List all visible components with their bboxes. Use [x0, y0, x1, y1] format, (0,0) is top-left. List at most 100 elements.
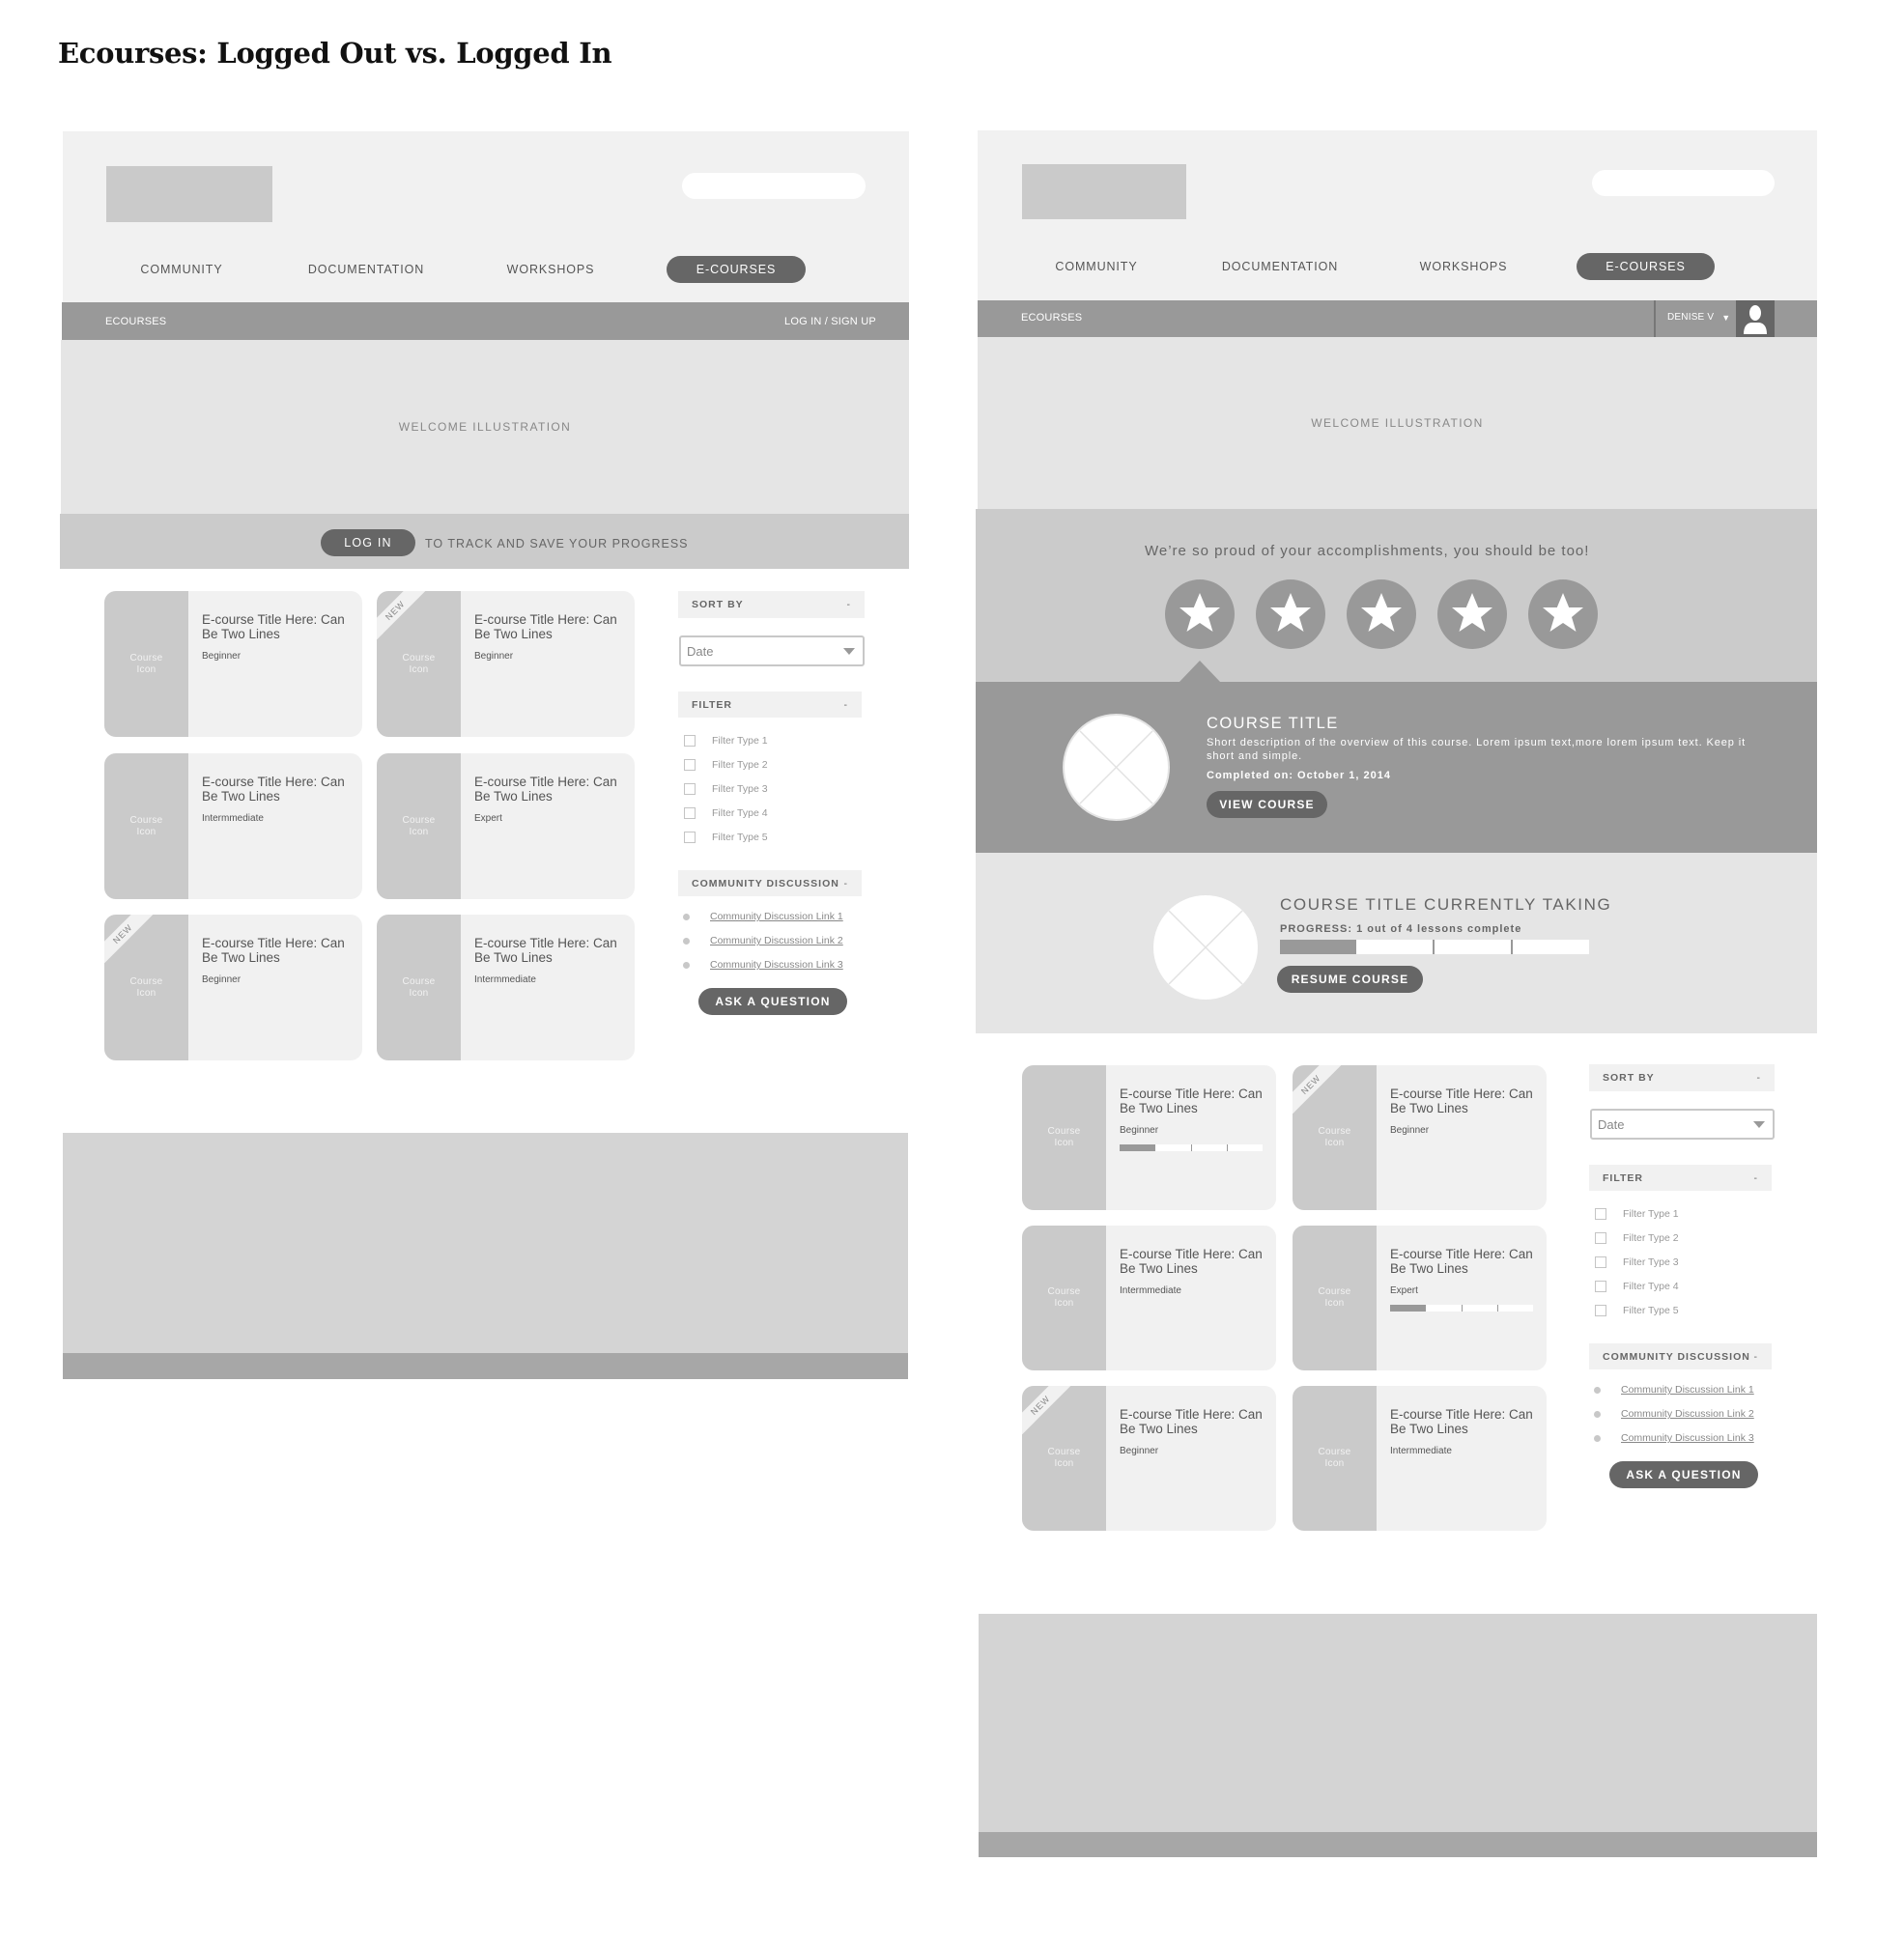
filter-option[interactable]: Filter Type 3	[1595, 1255, 1679, 1270]
star-badge[interactable]	[1437, 579, 1507, 649]
search-input[interactable]	[1592, 170, 1775, 196]
nav-workshops[interactable]: WORKSHOPS	[507, 263, 595, 276]
course-title[interactable]: E-course Title Here: Can Be Two Lines	[1120, 1407, 1265, 1436]
course-card[interactable]: Course Icon E-course Title Here: Can Be T…	[1293, 1226, 1547, 1370]
course-card[interactable]: Course Icon NEW E-course Title Here: Can B…	[104, 915, 362, 1060]
course-card[interactable]: Course Icon E-course Title Here: Can Be T…	[104, 753, 362, 899]
course-title[interactable]: E-course Title Here: Can Be Two Lines	[474, 936, 619, 965]
course-card[interactable]: Course Icon NEW E-course Title Here: Can B…	[1022, 1386, 1276, 1531]
course-title[interactable]: E-course Title Here: Can Be Two Lines	[202, 936, 347, 965]
checkbox[interactable]	[1595, 1305, 1606, 1316]
breadcrumb[interactable]: ECOURSES	[105, 316, 166, 327]
checkbox[interactable]	[1595, 1256, 1606, 1268]
community-discussion-header[interactable]: COMMUNITY DISCUSSION -	[1589, 1343, 1772, 1369]
collapse-icon[interactable]: -	[844, 878, 849, 889]
completed-course-description: Short description of the overview of thi…	[1207, 737, 1747, 762]
ask-question-button[interactable]: ASK A QUESTION	[698, 988, 847, 1015]
nav-ecourses-active[interactable]: E-COURSES	[667, 256, 806, 283]
login-button[interactable]: LOG IN	[321, 529, 415, 556]
course-title[interactable]: E-course Title Here: Can Be Two Lines	[1390, 1407, 1535, 1436]
nav-documentation[interactable]: DOCUMENTATION	[308, 263, 424, 276]
logo-placeholder[interactable]	[106, 166, 272, 222]
course-card[interactable]: Course Icon E-course Title Here: Can Be T…	[104, 591, 362, 737]
filter-option[interactable]: Filter Type 2	[684, 757, 768, 773]
login-signup-link[interactable]: LOG IN / SIGN UP	[784, 316, 876, 327]
course-icon-label: Course Icon	[402, 975, 436, 999]
checkbox[interactable]	[684, 759, 696, 771]
sort-select[interactable]: Date	[1590, 1109, 1775, 1140]
course-title[interactable]: E-course Title Here: Can Be Two Lines	[202, 775, 347, 804]
collapse-icon[interactable]: -	[844, 699, 849, 711]
checkbox[interactable]	[684, 807, 696, 819]
checkbox[interactable]	[1595, 1281, 1606, 1292]
filter-option[interactable]: Filter Type 4	[1595, 1279, 1679, 1294]
collapse-icon[interactable]: -	[1754, 1351, 1759, 1363]
filter-option[interactable]: Filter Type 1	[1595, 1206, 1679, 1222]
view-course-button[interactable]: VIEW COURSE	[1207, 791, 1327, 818]
course-title[interactable]: E-course Title Here: Can Be Two Lines	[1120, 1086, 1265, 1115]
filter-option[interactable]: Filter Type 2	[1595, 1230, 1679, 1246]
search-input[interactable]	[682, 173, 866, 199]
community-discussion-link[interactable]: Community Discussion Link 3	[710, 959, 843, 971]
course-card[interactable]: Course Icon NEW E-course Title Here: Can B…	[1293, 1065, 1547, 1210]
course-card[interactable]: Course Icon E-course Title Here: Can Be T…	[1022, 1226, 1276, 1370]
community-discussion-link[interactable]: Community Discussion Link 3	[1621, 1432, 1754, 1444]
course-title[interactable]: E-course Title Here: Can Be Two Lines	[1390, 1247, 1535, 1276]
filter-option[interactable]: Filter Type 1	[684, 733, 768, 748]
filter-option[interactable]: Filter Type 5	[684, 830, 768, 845]
course-card[interactable]: Course Icon NEW E-course Title Here: Can B…	[377, 591, 635, 737]
checkbox[interactable]	[1595, 1232, 1606, 1244]
checkbox[interactable]	[684, 783, 696, 795]
bullet-icon	[1594, 1434, 1601, 1442]
community-discussion-link[interactable]: Community Discussion Link 1	[1621, 1384, 1754, 1396]
welcome-illustration: WELCOME ILLUSTRATION	[978, 337, 1817, 509]
course-card[interactable]: Course Icon E-course Title Here: Can Be T…	[377, 753, 635, 899]
community-discussion-link[interactable]: Community Discussion Link 2	[1621, 1408, 1754, 1420]
collapse-icon[interactable]: -	[847, 599, 852, 610]
breadcrumb[interactable]: ECOURSES	[1021, 312, 1082, 324]
sort-select-value: Date	[1598, 1116, 1625, 1132]
filter-header[interactable]: FILTER -	[1589, 1165, 1772, 1191]
sort-select[interactable]: Date	[679, 635, 865, 666]
course-title[interactable]: E-course Title Here: Can Be Two Lines	[202, 612, 347, 641]
progress-segment	[1435, 940, 1513, 954]
course-card[interactable]: Course Icon E-course Title Here: Can Be T…	[377, 915, 635, 1060]
course-title[interactable]: E-course Title Here: Can Be Two Lines	[474, 775, 619, 804]
user-menu[interactable]: DENISE V ▼	[1667, 312, 1730, 323]
course-card[interactable]: Course Icon E-course Title Here: Can Be T…	[1022, 1065, 1276, 1210]
ask-question-button[interactable]: ASK A QUESTION	[1609, 1461, 1758, 1488]
course-icon-label: Course Icon	[1047, 1286, 1081, 1309]
sort-by-header[interactable]: SORT BY -	[1589, 1064, 1775, 1091]
checkbox[interactable]	[684, 735, 696, 747]
star-badge[interactable]	[1528, 579, 1598, 649]
filter-header[interactable]: FILTER -	[678, 691, 862, 718]
checkbox[interactable]	[684, 832, 696, 843]
course-title[interactable]: E-course Title Here: Can Be Two Lines	[1120, 1247, 1265, 1276]
sort-by-header[interactable]: SORT BY -	[678, 591, 865, 618]
nav-workshops[interactable]: WORKSHOPS	[1420, 260, 1508, 273]
course-card[interactable]: Course Icon E-course Title Here: Can Be T…	[1293, 1386, 1547, 1531]
nav-community[interactable]: COMMUNITY	[140, 263, 222, 276]
user-menu-divider	[1654, 300, 1656, 337]
avatar[interactable]	[1736, 300, 1775, 337]
collapse-icon[interactable]: -	[1754, 1172, 1759, 1184]
filter-option[interactable]: Filter Type 5	[1595, 1303, 1679, 1318]
star-badge[interactable]	[1256, 579, 1325, 649]
nav-community[interactable]: COMMUNITY	[1055, 260, 1137, 273]
resume-course-button[interactable]: RESUME COURSE	[1277, 966, 1423, 993]
course-title[interactable]: E-course Title Here: Can Be Two Lines	[474, 612, 619, 641]
logo-placeholder[interactable]	[1022, 164, 1186, 219]
community-discussion-link[interactable]: Community Discussion Link 2	[710, 935, 843, 946]
collapse-icon[interactable]: -	[1757, 1072, 1762, 1084]
star-icon	[1543, 593, 1583, 632]
star-badge[interactable]	[1347, 579, 1416, 649]
filter-option[interactable]: Filter Type 3	[684, 781, 768, 797]
filter-option[interactable]: Filter Type 4	[684, 805, 768, 821]
checkbox[interactable]	[1595, 1208, 1606, 1220]
community-discussion-header[interactable]: COMMUNITY DISCUSSION -	[678, 870, 862, 896]
star-badge[interactable]	[1165, 579, 1235, 649]
nav-documentation[interactable]: DOCUMENTATION	[1222, 260, 1338, 273]
community-discussion-link[interactable]: Community Discussion Link 1	[710, 911, 843, 922]
nav-ecourses-active[interactable]: E-COURSES	[1577, 253, 1715, 280]
course-title[interactable]: E-course Title Here: Can Be Two Lines	[1390, 1086, 1535, 1115]
